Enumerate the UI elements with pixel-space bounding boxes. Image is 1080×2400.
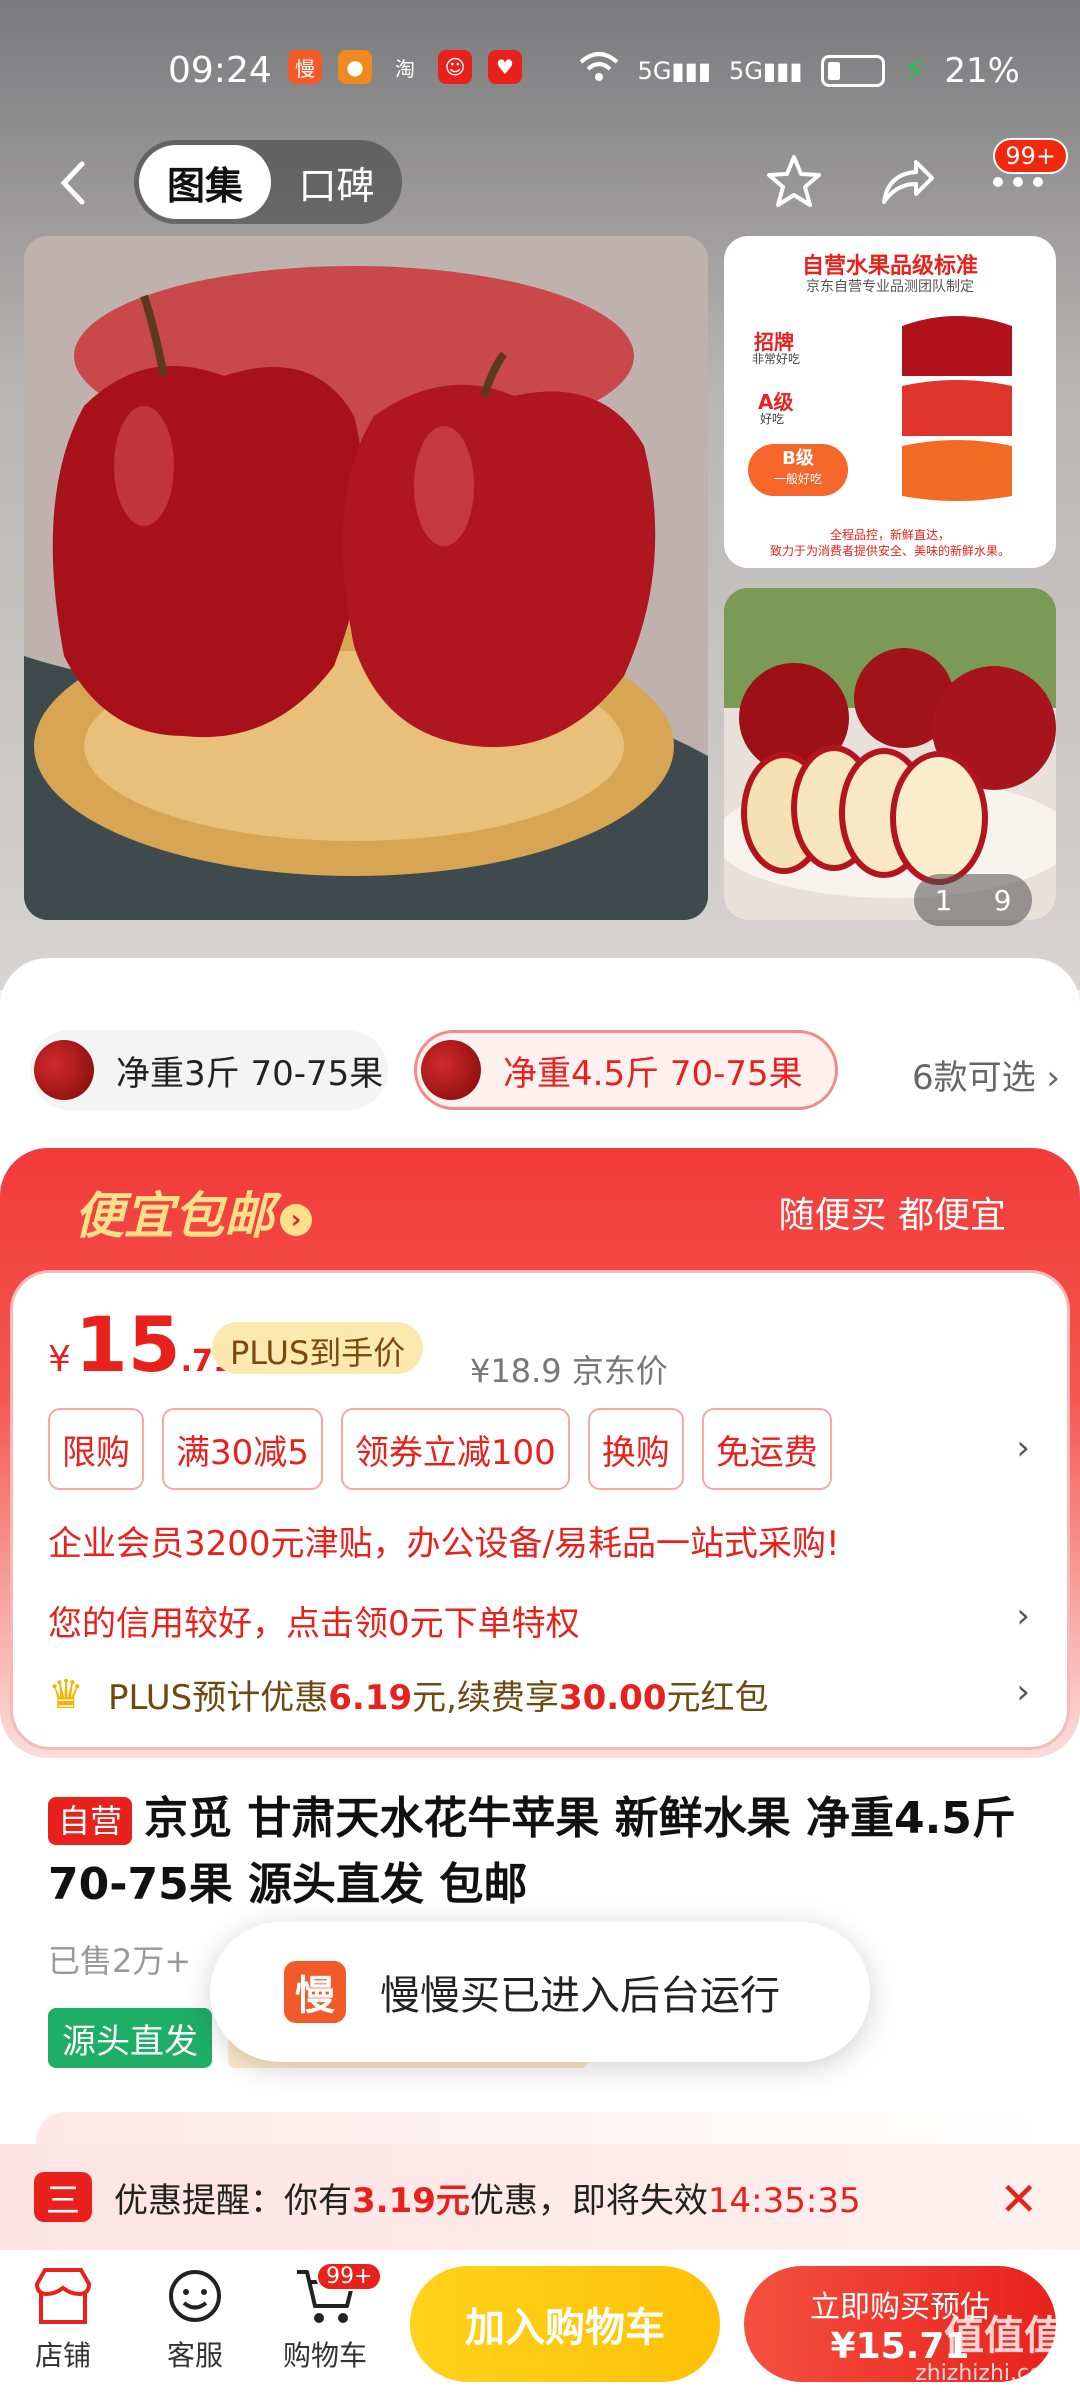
charging-icon: ⚡ xyxy=(902,50,927,91)
variant-selector: 净重3斤 70-75果 净重4.5斤 70-75果 6款可选 › xyxy=(30,1030,1060,1110)
gallery-counter-total: 9 xyxy=(993,883,1012,917)
variant-option-4-5jin[interactable]: 净重4.5斤 70-75果 xyxy=(414,1030,838,1110)
grade-foot-1: 全程品控，新鲜直达， xyxy=(829,528,950,542)
coupon-expand-chevron[interactable]: › xyxy=(1016,1428,1030,1468)
customer-service-icon xyxy=(163,2264,227,2328)
plus-chevron[interactable]: › xyxy=(1016,1672,1030,1712)
notify-app-icon-2: ● xyxy=(338,50,372,84)
promo-slogan: 随便买 都便宜 xyxy=(778,1195,1006,1236)
pinduoduo-app-icon: ♥ xyxy=(488,50,522,84)
coupon-tag[interactable]: 免运费 xyxy=(701,1408,832,1490)
grade-3-bubble: B级 一般好吃 xyxy=(748,444,848,496)
grade-apples-illustration xyxy=(902,316,1012,501)
customer-service-button[interactable]: 客服 xyxy=(140,2264,250,2374)
tab-reviews[interactable]: 口碑 xyxy=(271,155,402,210)
reminder-icon: 三 xyxy=(34,2172,92,2222)
gallery-counter: 1 9 xyxy=(914,874,1032,926)
manmanmai-app-icon: 慢 xyxy=(288,50,322,84)
view-switcher: 图集 口碑 xyxy=(134,140,402,224)
grade-subtitle: 京东自营专业品测团队制定 xyxy=(806,279,974,295)
product-sliced-apple-image[interactable] xyxy=(724,588,1056,920)
reminder-text: 优惠提醒：你有3.19元优惠，即将失效14:35:35 xyxy=(114,2180,861,2221)
coupon-tag[interactable]: 限购 xyxy=(48,1408,144,1490)
shop-icon xyxy=(31,2264,95,2328)
plus-offer[interactable]: ♛ PLUS预计优惠6.19元,续费享30.00元红包 xyxy=(48,1670,768,1719)
background-running-toast: 慢 慢慢买已进入后台运行 xyxy=(210,1922,870,2062)
signal-2-icon: 5G▮▮▮ xyxy=(729,56,803,85)
cart-count-badge: 99+ xyxy=(316,2262,383,2291)
variant-thumb xyxy=(34,1040,94,1100)
product-title: 自营 京觅 甘肃天水花牛苹果 新鲜水果 净重4.5斤 70-75果 源头直发 包邮 xyxy=(48,1793,1016,1910)
discount-reminder-bar[interactable]: 三 优惠提醒：你有3.19元优惠，即将失效14:35:35 ✕ xyxy=(0,2144,1080,2250)
credit-chevron[interactable]: › xyxy=(1016,1596,1030,1636)
enterprise-offer[interactable]: 企业会员3200元津贴，办公设备/易耗品一站式采购! xyxy=(48,1516,840,1565)
manmanmai-app-icon: 慢 xyxy=(284,1961,346,2023)
message-count-badge: 99+ xyxy=(993,138,1068,174)
crown-icon: ♛ xyxy=(48,1671,84,1718)
top-nav: 图集 口碑 99+ xyxy=(0,138,1080,230)
credit-offer[interactable]: 您的信用较好，点击领0元下单特权 xyxy=(48,1596,580,1645)
coupon-tag[interactable]: 满30减5 xyxy=(162,1408,323,1490)
gallery-counter-current: 1 xyxy=(934,883,953,917)
status-right: 5G▮▮▮ 5G▮▮▮ ⚡ 21% xyxy=(578,50,1020,91)
watermark: 值值值 zhizhizhi.com xyxy=(915,2313,1064,2386)
more-variants-link[interactable]: 6款可选 › xyxy=(912,1050,1060,1099)
promo-title[interactable]: 便宜包邮 › xyxy=(74,1176,312,1248)
grade-1-sub: 非常好吃 xyxy=(752,352,801,366)
plus-price-tag: PLUS到手价 xyxy=(212,1322,424,1374)
taobao-app-icon: 淘 xyxy=(395,56,415,81)
jd-price: ¥18.9 京东价 xyxy=(470,1352,668,1390)
variant-option-3jin[interactable]: 净重3斤 70-75果 xyxy=(30,1030,388,1110)
toast-text: 慢慢买已进入后台运行 xyxy=(380,1973,780,2019)
favorite-star-icon[interactable] xyxy=(762,150,826,214)
grade-foot-2: 致力于为消费者提供安全、美味的新鲜水果。 xyxy=(769,544,1010,558)
status-app-icons: 慢 ● 淘 ☺ ♥ xyxy=(288,50,522,84)
coupon-tag[interactable]: 换购 xyxy=(587,1408,684,1490)
final-price: ¥15.71 xyxy=(48,1300,234,1389)
add-to-cart-button[interactable]: 加入购物车 xyxy=(410,2266,720,2382)
share-icon[interactable] xyxy=(874,150,938,214)
grade-2-sub: 好吃 xyxy=(760,412,785,426)
jd-app-icon: ☺ xyxy=(438,50,472,84)
coupon-tag[interactable]: 领券立减100 xyxy=(340,1408,570,1490)
sold-count: 已售2万+ xyxy=(48,1942,192,1980)
wifi-icon xyxy=(578,50,620,91)
product-grade-image[interactable]: 自营水果品级标准 京东自营专业品测团队制定 招牌 非常好吃 A级 好吃 B级 一… xyxy=(724,236,1056,568)
back-icon[interactable] xyxy=(50,158,100,208)
variant-label: 净重3斤 70-75果 xyxy=(116,1053,384,1094)
tab-gallery[interactable]: 图集 xyxy=(139,145,271,219)
product-main-image[interactable] xyxy=(24,236,708,920)
variant-thumb xyxy=(421,1040,481,1100)
status-time: 09:24 xyxy=(168,50,272,91)
close-icon[interactable]: ✕ xyxy=(999,2172,1038,2226)
coupon-tags: 限购 满30减5 领券立减100 换购 免运费 xyxy=(48,1408,832,1490)
battery-percent: 21% xyxy=(944,50,1020,91)
shop-button[interactable]: 店铺 xyxy=(8,2264,118,2374)
battery-icon xyxy=(820,54,885,87)
signal-1-icon: 5G▮▮▮ xyxy=(637,56,712,85)
source-direct-tag: 源头直发 xyxy=(48,2008,212,2068)
self-operated-badge: 自营 xyxy=(48,1797,133,1845)
promo-arrow-icon: › xyxy=(280,1203,312,1236)
status-bar: 09:24 慢 ● 淘 ☺ ♥ 5G▮▮▮ 5G▮▮▮ ⚡ 21% xyxy=(0,40,1080,100)
variant-label: 净重4.5斤 70-75果 xyxy=(503,1053,803,1094)
